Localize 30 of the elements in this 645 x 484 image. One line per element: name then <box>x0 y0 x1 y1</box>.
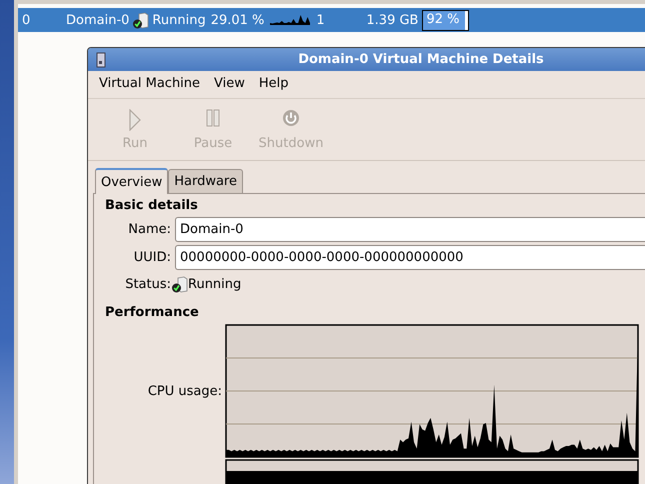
field-label: UUID: <box>132 250 171 265</box>
tab[interactable]: Hardware <box>168 169 243 193</box>
play-icon <box>128 109 142 131</box>
menu-item[interactable]: Help <box>258 76 289 93</box>
pause-icon <box>206 109 220 127</box>
section-heading: Performance <box>105 305 200 320</box>
vm-memory: 1.39 GB <box>366 12 418 28</box>
running-icon <box>171 276 188 293</box>
memory-reading: 92 % <box>426 12 460 26</box>
cpu-usage-label: CPU usage: <box>146 384 222 398</box>
power-icon <box>282 109 300 127</box>
field-label: Name: <box>127 222 171 237</box>
vm-row[interactable]: 0 Domain-0 Running 29.01 % 1 1.39 GB 92 % <box>18 8 645 32</box>
vm-id: 0 <box>22 12 32 28</box>
cpu-sparkline <box>270 15 310 25</box>
vm-status: Running <box>152 12 206 28</box>
field-label: Status: <box>124 277 171 292</box>
window-title: Domain-0 Virtual Machine Details <box>298 52 544 67</box>
text-field[interactable]: 00000000-0000-0000-0000-000000000000 <box>175 245 645 270</box>
tab[interactable]: Overview <box>95 168 168 194</box>
vm-cpu: 29.01 % <box>210 12 264 28</box>
vm-name: Domain-0 <box>66 12 130 28</box>
vm-vcpus: 1 <box>316 12 326 28</box>
section-heading: Basic details <box>105 198 199 213</box>
running-icon <box>132 12 150 28</box>
menu-item[interactable]: View <box>214 76 245 93</box>
computer-icon <box>95 52 107 68</box>
menu-item[interactable]: Virtual Machine <box>99 76 200 93</box>
text-field[interactable]: Domain-0 <box>175 217 645 242</box>
status-value: Running <box>188 277 242 292</box>
